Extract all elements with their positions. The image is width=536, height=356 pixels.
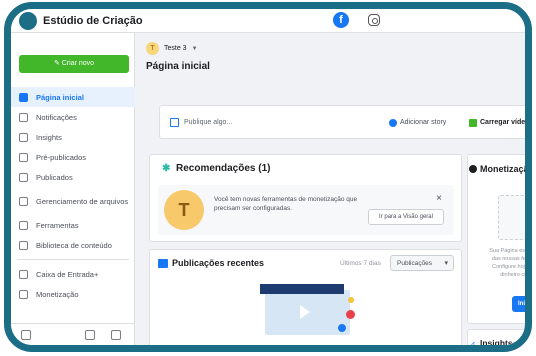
recent-publications-card: Publicações recentes Últimos 7 dias Publ… <box>149 249 462 345</box>
publications-dropdown[interactable]: Publicações <box>390 255 454 271</box>
top-bar: Estúdio de Criação f <box>11 9 525 33</box>
monetization-text-line: dinheiro com <box>500 272 532 278</box>
library-icon <box>19 240 28 250</box>
dollar-icon <box>469 165 477 173</box>
sidebar-item-label: Publicados <box>36 172 73 182</box>
page-title: Página inicial <box>146 61 210 72</box>
recommendation-text: Você tem novas ferramentas de monetizaçã… <box>214 196 358 212</box>
heart-icon <box>346 310 355 319</box>
create-new-button[interactable]: ✎ Criar novo <box>19 55 129 73</box>
monetization-text: Sua Página está quali das nossas ferrame… <box>476 247 532 279</box>
file-icon <box>19 196 28 206</box>
recommendations-title: ✱ Recomendações (1) <box>162 163 270 174</box>
app-title: Estúdio de Criação <box>43 15 143 27</box>
sidebar-item-insights[interactable]: Insights <box>11 127 135 147</box>
chevron-down-icon: ▼ <box>191 45 198 52</box>
go-to-overview-button[interactable]: Ir para a Visão geral <box>368 209 444 225</box>
close-icon[interactable]: × <box>436 193 442 204</box>
page-name: Teste 3 <box>164 45 187 52</box>
sidebar-item-label: Caixa de Entrada+ <box>36 269 99 279</box>
sidebar-item-monetization[interactable]: Monetização <box>11 284 135 304</box>
brand: Estúdio de Criação <box>19 12 143 30</box>
creator-studio-logo-icon <box>19 12 37 30</box>
sidebar: ✎ Criar novo Página inicial Notificações… <box>11 33 135 345</box>
monetization-title: Monetização <box>480 164 532 174</box>
sidebar-item-label: Biblioteca de conteúdo <box>36 240 112 250</box>
recommendations-card: ✱ Recomendações (1) T Você tem novas fer… <box>149 154 462 242</box>
sidebar-item-label: Gerenciamento de arquivos <box>36 196 129 206</box>
instagram-icon[interactable] <box>368 14 380 26</box>
monetization-illustration <box>498 195 525 240</box>
publications-icon <box>158 259 168 268</box>
document-icon <box>19 152 28 162</box>
period-label: Últimos 7 dias <box>340 260 381 267</box>
avatar: T <box>164 190 204 230</box>
sidebar-footer <box>11 323 135 345</box>
sidebar-item-label: Notificações <box>36 112 77 122</box>
page-avatar: T <box>146 42 159 55</box>
start-monetization-button[interactable]: Iniciar o <box>512 296 525 312</box>
mobile-icon[interactable] <box>111 330 121 340</box>
insights-icon: ⩘ <box>470 339 475 348</box>
monetization-text-line: das nossas ferrame <box>491 256 530 262</box>
upload-video-button[interactable]: Carregar vídeo <box>468 119 525 127</box>
sidebar-item-content-library[interactable]: Biblioteca de conteúdo <box>11 235 135 255</box>
sidebar-item-notifications[interactable]: Notificações <box>11 107 135 127</box>
monetization-text-line: Sua Página está quali <box>489 248 530 254</box>
recommendation-item: T Você tem novas ferramentas de monetiza… <box>158 185 454 235</box>
film-strip-icon <box>260 284 344 294</box>
insights-icon <box>19 132 28 142</box>
play-icon <box>300 305 310 319</box>
sidebar-item-file-management[interactable]: Gerenciamento de arquivos <box>11 187 135 215</box>
recent-publications-title: Publicações recentes <box>172 258 265 268</box>
device-frame: Estúdio de Criação f ✎ Criar novo Página… <box>4 2 532 352</box>
facebook-icon[interactable]: f <box>333 12 349 28</box>
sidebar-item-label: Monetização <box>36 289 79 299</box>
pencil-icon <box>170 118 179 127</box>
sidebar-item-drafts[interactable]: Pré-publicados <box>11 147 135 167</box>
add-story-button[interactable]: Adicionar story <box>388 119 446 127</box>
wrench-icon <box>19 220 28 230</box>
settings-icon[interactable] <box>21 330 31 340</box>
sidebar-divider <box>17 259 129 260</box>
insights-title: Insights <box>480 338 513 348</box>
bell-icon <box>19 112 28 122</box>
recommendations-title-text: Recomendações (1) <box>176 163 271 174</box>
page-selector[interactable]: T Teste 3 ▼ <box>146 42 198 55</box>
sidebar-item-label: Página inicial <box>36 92 84 102</box>
sidebar-item-published[interactable]: Publicados <box>11 167 135 187</box>
monetization-text-line: Configure hoje mes <box>492 264 528 270</box>
calendar-icon <box>19 172 28 182</box>
lightbulb-icon <box>348 297 354 303</box>
sidebar-item-label: Insights <box>36 132 62 142</box>
sidebar-item-inbox[interactable]: Caixa de Entrada+ <box>11 264 135 284</box>
post-input[interactable]: Publique algo... <box>184 119 232 126</box>
sidebar-item-label: Ferramentas <box>36 220 79 230</box>
star-icon: ✱ <box>162 163 171 174</box>
create-new-label: Criar novo <box>61 60 95 67</box>
dollar-icon <box>19 289 28 299</box>
monetization-card: Monetização Sua Página está quali das no… <box>467 154 532 324</box>
insights-card: ⩘ Insights <box>467 329 525 348</box>
inbox-icon <box>19 269 28 279</box>
sidebar-item-tools[interactable]: Ferramentas <box>11 215 135 235</box>
calendar-view-icon[interactable] <box>85 330 95 340</box>
post-composer: Publique algo... Adicionar story Carrega… <box>159 105 525 139</box>
sidebar-item-label: Pré-publicados <box>36 152 87 162</box>
sidebar-item-home[interactable]: Página inicial <box>11 87 135 107</box>
sidebar-nav: Página inicial Notificações Insights Pré… <box>11 87 135 304</box>
home-icon <box>19 92 28 102</box>
like-icon <box>338 324 346 332</box>
